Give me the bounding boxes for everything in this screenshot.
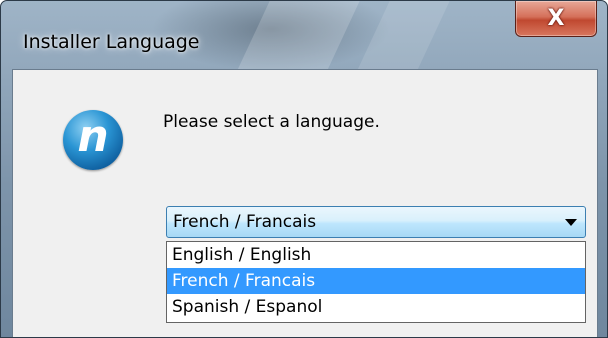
language-option-spanish[interactable]: Spanish / Espanol (167, 294, 585, 320)
chevron-down-icon[interactable] (565, 219, 577, 226)
installer-language-window: Installer Language X n Please select a l… (0, 0, 608, 338)
close-icon: X (547, 5, 565, 31)
n-logo-icon: n (63, 110, 123, 170)
language-option-french[interactable]: French / Francais (167, 268, 585, 294)
close-button[interactable]: X (515, 1, 597, 37)
logo-glyph: n (77, 111, 109, 162)
language-option-english[interactable]: English / English (167, 242, 585, 268)
language-dropdown-list: English / English French / Francais Span… (166, 241, 586, 323)
dialog-body: n Please select a language. French / Fra… (12, 69, 598, 337)
language-select-value: French / Francais (173, 212, 317, 232)
language-prompt: Please select a language. (163, 112, 380, 132)
language-select[interactable]: French / Francais (166, 206, 586, 238)
window-title: Installer Language (23, 31, 200, 53)
